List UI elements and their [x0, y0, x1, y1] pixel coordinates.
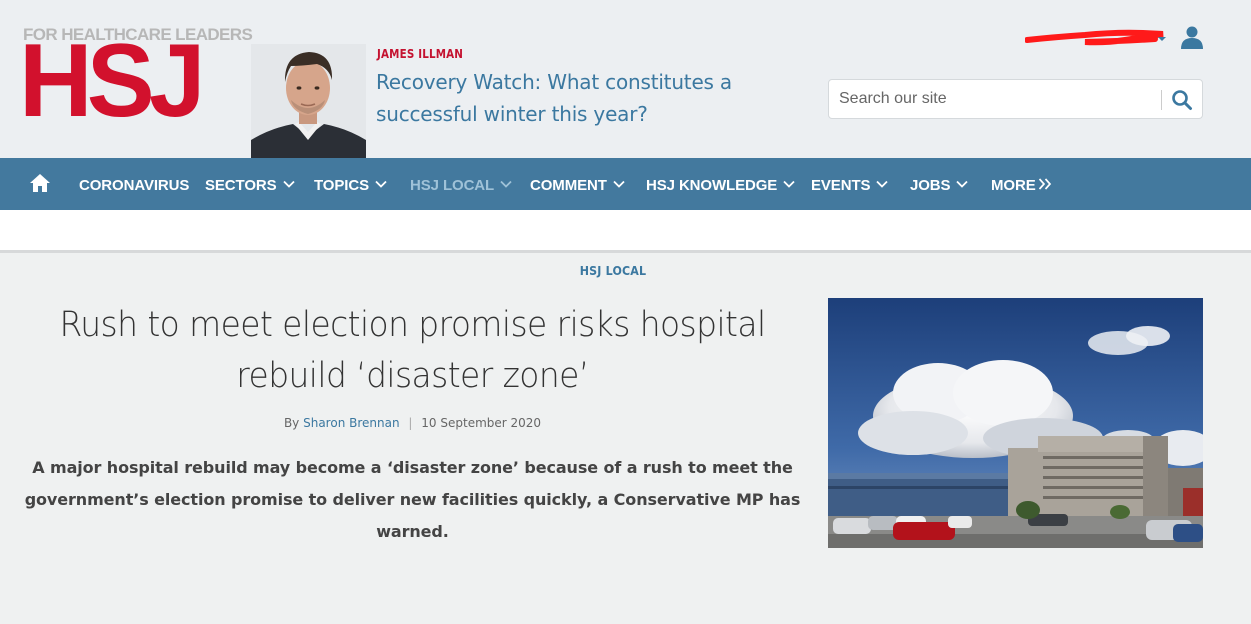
nav-label: MORE — [991, 177, 1036, 194]
byline-author-link[interactable]: Sharon Brennan — [303, 416, 399, 430]
redaction-scribble — [1025, 29, 1166, 46]
chevron-down-icon — [956, 180, 969, 188]
home-icon[interactable] — [29, 173, 51, 193]
search-input[interactable] — [839, 88, 1149, 110]
main-navigation: CORONAVIRUS SECTORS TOPICS HSJ LOCAL COM… — [0, 158, 1251, 210]
user-icon[interactable] — [1180, 25, 1204, 49]
nav-label: EVENTS — [811, 177, 871, 194]
hsj-logo[interactable]: FOR HEALTHCARE LEADERS HSJ — [19, 23, 253, 139]
site-header: FOR HEALTHCARE LEADERS HSJ JAMES ILLMAN … — [0, 0, 1251, 158]
nav-label: CORONAVIRUS — [79, 177, 190, 194]
nav-item-hsj-local[interactable]: HSJ LOCAL — [410, 177, 512, 194]
nav-item-more[interactable]: MORE — [991, 177, 1052, 194]
chevron-down-icon — [282, 180, 295, 188]
nav-item-comment[interactable]: COMMENT — [530, 177, 625, 194]
featured-headline-link[interactable]: Recovery Watch: What constitutes a succe… — [376, 66, 766, 130]
article-hero-image[interactable] — [828, 298, 1203, 548]
article-date: 10 September 2020 — [421, 416, 542, 430]
search-icon[interactable] — [1171, 89, 1193, 111]
nav-label: SECTORS — [205, 177, 277, 194]
search-box — [828, 79, 1203, 119]
chevron-down-icon — [613, 180, 625, 188]
featured-author[interactable]: JAMES ILLMAN — [377, 47, 463, 61]
search-divider — [1161, 90, 1162, 110]
nav-label: HSJ KNOWLEDGE — [646, 177, 778, 194]
divider — [0, 250, 1251, 253]
byline-prefix: By — [283, 416, 300, 430]
ad-banner-strip — [0, 210, 1251, 250]
nav-label: COMMENT — [530, 177, 607, 194]
logo-wordmark: HSJ — [19, 23, 206, 139]
chevron-down-icon — [500, 180, 512, 188]
article-title: Rush to meet election promise risks hosp… — [59, 305, 766, 396]
article-standfirst: A major hospital rebuild may become a ‘d… — [24, 458, 801, 541]
nav-label: HSJ LOCAL — [410, 177, 495, 194]
author-portrait[interactable] — [251, 44, 366, 158]
chevron-down-icon — [876, 180, 889, 188]
double-chevron-right-icon — [1038, 178, 1051, 190]
nav-label: TOPICS — [314, 177, 369, 194]
nav-item-events[interactable]: EVENTS — [811, 177, 889, 194]
byline-separator: | — [408, 416, 413, 430]
nav-item-topics[interactable]: TOPICS — [314, 177, 387, 194]
nav-item-jobs[interactable]: JOBS — [910, 177, 969, 194]
chevron-down-icon — [783, 180, 795, 188]
nav-item-coronavirus[interactable]: CORONAVIRUS — [79, 177, 189, 194]
article-section-link[interactable]: HSJ LOCAL — [49, 264, 1177, 278]
nav-label: JOBS — [910, 177, 951, 194]
nav-item-sectors[interactable]: SECTORS — [205, 177, 295, 194]
nav-item-hsj-knowledge[interactable]: HSJ KNOWLEDGE — [646, 177, 795, 194]
article-byline: By Sharon Brennan | 10 September 2020 — [20, 416, 805, 430]
chevron-down-icon — [375, 180, 387, 188]
